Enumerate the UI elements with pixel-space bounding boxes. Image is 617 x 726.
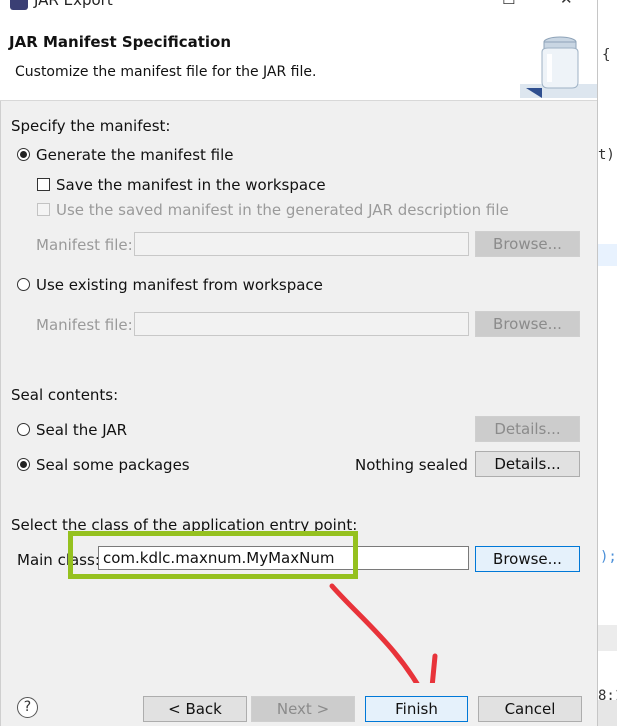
use-saved-manifest-label: Use the saved manifest in the generated … [56, 201, 509, 219]
cancel-button[interactable]: Cancel [478, 696, 582, 722]
seal-packages-details-button[interactable]: Details... [475, 451, 580, 477]
seal-packages-label[interactable]: Seal some packages [36, 456, 190, 474]
app-icon [10, 0, 28, 10]
use-existing-manifest-label[interactable]: Use existing manifest from workspace [36, 276, 323, 294]
help-icon[interactable]: ? [17, 697, 38, 718]
existing-manifest-file-field [134, 312, 469, 336]
manifest-file-label: Manifest file: [36, 236, 133, 254]
editor-scroll-area [598, 625, 617, 651]
finish-button[interactable]: Finish [365, 696, 468, 722]
wizard-header: JAR Manifest Specification Customize the… [0, 14, 597, 101]
main-class-highlight-box [68, 531, 358, 579]
title-bar: JAR Export ☐ ✕ [0, 0, 597, 14]
manifest-browse-button: Browse... [475, 231, 580, 257]
existing-manifest-browse-button: Browse... [475, 311, 580, 337]
manifest-file-field [134, 232, 469, 256]
jar-icon [520, 36, 597, 98]
generate-manifest-radio[interactable] [17, 148, 30, 161]
use-existing-manifest-radio[interactable] [17, 278, 30, 291]
page-description: Customize the manifest file for the JAR … [15, 64, 317, 80]
page-title: JAR Manifest Specification [9, 33, 232, 51]
save-manifest-checkbox[interactable] [37, 178, 50, 191]
existing-manifest-file-label: Manifest file: [36, 316, 133, 334]
editor-code-line: { [602, 47, 611, 63]
window-title: JAR Export [34, 0, 113, 9]
background-editor: { t) ); 8:1 [597, 0, 617, 726]
editor-code-line: t) [598, 147, 615, 163]
seal-jar-label[interactable]: Seal the JAR [36, 421, 127, 439]
seal-status-text: Nothing sealed [355, 456, 468, 474]
use-saved-manifest-checkbox [37, 203, 50, 216]
close-icon[interactable]: ✕ [560, 0, 573, 8]
specify-manifest-label: Specify the manifest: [11, 117, 171, 135]
editor-status-text: 8:1 [598, 688, 617, 704]
back-button[interactable]: < Back [143, 696, 247, 722]
seal-packages-radio[interactable] [17, 458, 30, 471]
seal-contents-label: Seal contents: [11, 386, 119, 404]
generate-manifest-label[interactable]: Generate the manifest file [36, 146, 234, 164]
maximize-icon[interactable]: ☐ [502, 0, 515, 8]
seal-jar-details-button: Details... [475, 416, 580, 442]
editor-line-highlight [598, 244, 617, 266]
main-class-browse-button[interactable]: Browse... [475, 546, 580, 572]
seal-jar-radio[interactable] [17, 423, 30, 436]
save-manifest-label[interactable]: Save the manifest in the workspace [56, 176, 326, 194]
editor-code-line: ); [600, 549, 617, 565]
next-button: Next > [251, 696, 355, 722]
